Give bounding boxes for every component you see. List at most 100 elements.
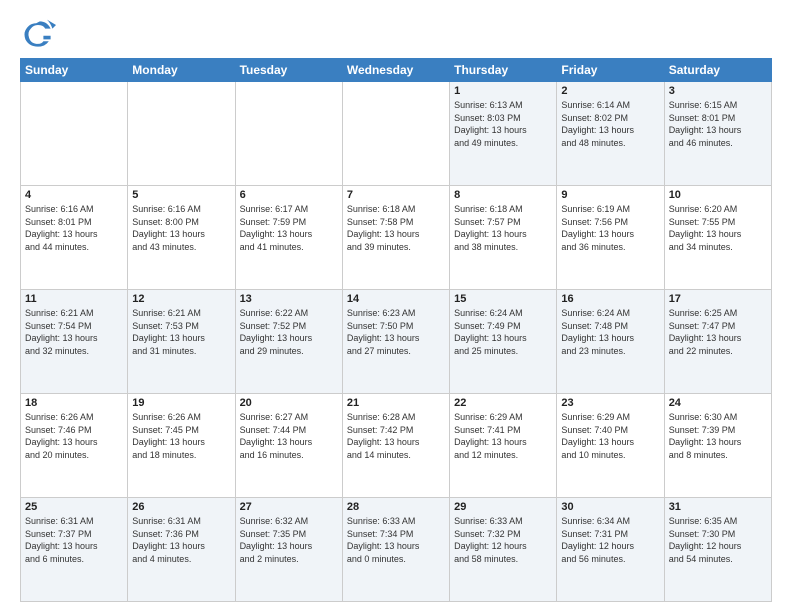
day-info: Sunrise: 6:22 AM Sunset: 7:52 PM Dayligh… <box>240 307 338 357</box>
day-number: 16 <box>561 293 659 305</box>
calendar-table: SundayMondayTuesdayWednesdayThursdayFrid… <box>20 58 772 602</box>
day-number: 9 <box>561 189 659 201</box>
header <box>20 16 772 52</box>
calendar-day-cell: 24 Sunrise: 6:30 AM Sunset: 7:39 PM Dayli… <box>664 394 771 498</box>
calendar-day-cell <box>128 82 235 186</box>
day-info: Sunrise: 6:31 AM Sunset: 7:36 PM Dayligh… <box>132 515 230 565</box>
day-info: Sunrise: 6:16 AM Sunset: 8:01 PM Dayligh… <box>25 203 123 253</box>
day-of-week-header: Saturday <box>664 59 771 82</box>
calendar-day-cell: 31 Sunrise: 6:35 AM Sunset: 7:30 PM Dayli… <box>664 498 771 602</box>
calendar-day-cell: 9 Sunrise: 6:19 AM Sunset: 7:56 PM Daylig… <box>557 186 664 290</box>
day-of-week-header: Sunday <box>21 59 128 82</box>
day-info: Sunrise: 6:27 AM Sunset: 7:44 PM Dayligh… <box>240 411 338 461</box>
calendar-day-cell: 7 Sunrise: 6:18 AM Sunset: 7:58 PM Daylig… <box>342 186 449 290</box>
calendar-day-cell: 25Sunrise: 6:31 AM Sunset: 7:37 PM Dayli… <box>21 498 128 602</box>
calendar-day-cell: 18Sunrise: 6:26 AM Sunset: 7:46 PM Dayli… <box>21 394 128 498</box>
day-number: 29 <box>454 501 552 513</box>
day-info: Sunrise: 6:25 AM Sunset: 7:47 PM Dayligh… <box>669 307 767 357</box>
day-number: 10 <box>669 189 767 201</box>
day-number: 12 <box>132 293 230 305</box>
day-number: 22 <box>454 397 552 409</box>
day-of-week-header: Wednesday <box>342 59 449 82</box>
calendar-day-cell: 22 Sunrise: 6:29 AM Sunset: 7:41 PM Dayli… <box>450 394 557 498</box>
day-number: 7 <box>347 189 445 201</box>
day-info: Sunrise: 6:13 AM Sunset: 8:03 PM Dayligh… <box>454 99 552 149</box>
day-number: 8 <box>454 189 552 201</box>
calendar-day-cell: 16 Sunrise: 6:24 AM Sunset: 7:48 PM Dayli… <box>557 290 664 394</box>
calendar-day-cell: 28 Sunrise: 6:33 AM Sunset: 7:34 PM Dayli… <box>342 498 449 602</box>
day-info: Sunrise: 6:15 AM Sunset: 8:01 PM Dayligh… <box>669 99 767 149</box>
calendar-day-cell: 1Sunrise: 6:13 AM Sunset: 8:03 PM Daylig… <box>450 82 557 186</box>
calendar-day-cell: 10 Sunrise: 6:20 AM Sunset: 7:55 PM Dayli… <box>664 186 771 290</box>
calendar-day-cell: 15 Sunrise: 6:24 AM Sunset: 7:49 PM Dayli… <box>450 290 557 394</box>
calendar-day-cell <box>235 82 342 186</box>
day-info: Sunrise: 6:35 AM Sunset: 7:30 PM Dayligh… <box>669 515 767 565</box>
page: SundayMondayTuesdayWednesdayThursdayFrid… <box>0 0 792 612</box>
calendar-day-cell: 8 Sunrise: 6:18 AM Sunset: 7:57 PM Daylig… <box>450 186 557 290</box>
day-info: Sunrise: 6:29 AM Sunset: 7:41 PM Dayligh… <box>454 411 552 461</box>
day-number: 14 <box>347 293 445 305</box>
day-of-week-header: Friday <box>557 59 664 82</box>
day-info: Sunrise: 6:28 AM Sunset: 7:42 PM Dayligh… <box>347 411 445 461</box>
day-number: 18 <box>25 397 123 409</box>
day-number: 11 <box>25 293 123 305</box>
day-number: 5 <box>132 189 230 201</box>
day-number: 3 <box>669 85 767 97</box>
day-info: Sunrise: 6:16 AM Sunset: 8:00 PM Dayligh… <box>132 203 230 253</box>
day-number: 24 <box>669 397 767 409</box>
calendar-week-row: 1Sunrise: 6:13 AM Sunset: 8:03 PM Daylig… <box>21 82 772 186</box>
calendar-week-row: 18Sunrise: 6:26 AM Sunset: 7:46 PM Dayli… <box>21 394 772 498</box>
day-number: 15 <box>454 293 552 305</box>
day-number: 4 <box>25 189 123 201</box>
day-info: Sunrise: 6:33 AM Sunset: 7:34 PM Dayligh… <box>347 515 445 565</box>
day-number: 20 <box>240 397 338 409</box>
day-info: Sunrise: 6:20 AM Sunset: 7:55 PM Dayligh… <box>669 203 767 253</box>
day-info: Sunrise: 6:18 AM Sunset: 7:57 PM Dayligh… <box>454 203 552 253</box>
day-number: 31 <box>669 501 767 513</box>
day-number: 27 <box>240 501 338 513</box>
calendar-day-cell: 14 Sunrise: 6:23 AM Sunset: 7:50 PM Dayli… <box>342 290 449 394</box>
day-of-week-header: Monday <box>128 59 235 82</box>
calendar-day-cell: 11Sunrise: 6:21 AM Sunset: 7:54 PM Dayli… <box>21 290 128 394</box>
calendar-day-cell: 29 Sunrise: 6:33 AM Sunset: 7:32 PM Dayli… <box>450 498 557 602</box>
day-number: 17 <box>669 293 767 305</box>
day-info: Sunrise: 6:23 AM Sunset: 7:50 PM Dayligh… <box>347 307 445 357</box>
day-number: 28 <box>347 501 445 513</box>
day-info: Sunrise: 6:18 AM Sunset: 7:58 PM Dayligh… <box>347 203 445 253</box>
calendar-week-row: 4 Sunrise: 6:16 AM Sunset: 8:01 PM Daylig… <box>21 186 772 290</box>
calendar-day-cell: 5 Sunrise: 6:16 AM Sunset: 8:00 PM Daylig… <box>128 186 235 290</box>
day-info: Sunrise: 6:32 AM Sunset: 7:35 PM Dayligh… <box>240 515 338 565</box>
calendar-day-cell <box>21 82 128 186</box>
day-number: 30 <box>561 501 659 513</box>
day-info: Sunrise: 6:33 AM Sunset: 7:32 PM Dayligh… <box>454 515 552 565</box>
calendar-day-cell: 6Sunrise: 6:17 AM Sunset: 7:59 PM Daylig… <box>235 186 342 290</box>
day-number: 23 <box>561 397 659 409</box>
day-info: Sunrise: 6:24 AM Sunset: 7:48 PM Dayligh… <box>561 307 659 357</box>
calendar-day-cell: 21Sunrise: 6:28 AM Sunset: 7:42 PM Dayli… <box>342 394 449 498</box>
day-info: Sunrise: 6:24 AM Sunset: 7:49 PM Dayligh… <box>454 307 552 357</box>
day-number: 19 <box>132 397 230 409</box>
logo-area <box>20 16 62 52</box>
calendar-day-cell: 19 Sunrise: 6:26 AM Sunset: 7:45 PM Dayli… <box>128 394 235 498</box>
calendar-day-cell <box>342 82 449 186</box>
calendar-day-cell: 2 Sunrise: 6:14 AM Sunset: 8:02 PM Daylig… <box>557 82 664 186</box>
day-number: 2 <box>561 85 659 97</box>
calendar-day-cell: 23 Sunrise: 6:29 AM Sunset: 7:40 PM Dayli… <box>557 394 664 498</box>
calendar-header-row: SundayMondayTuesdayWednesdayThursdayFrid… <box>21 59 772 82</box>
day-info: Sunrise: 6:14 AM Sunset: 8:02 PM Dayligh… <box>561 99 659 149</box>
calendar-day-cell: 12Sunrise: 6:21 AM Sunset: 7:53 PM Dayli… <box>128 290 235 394</box>
calendar-day-cell: 26 Sunrise: 6:31 AM Sunset: 7:36 PM Dayli… <box>128 498 235 602</box>
calendar-day-cell: 13Sunrise: 6:22 AM Sunset: 7:52 PM Dayli… <box>235 290 342 394</box>
day-info: Sunrise: 6:31 AM Sunset: 7:37 PM Dayligh… <box>25 515 123 565</box>
day-info: Sunrise: 6:29 AM Sunset: 7:40 PM Dayligh… <box>561 411 659 461</box>
day-info: Sunrise: 6:19 AM Sunset: 7:56 PM Dayligh… <box>561 203 659 253</box>
day-number: 26 <box>132 501 230 513</box>
day-info: Sunrise: 6:17 AM Sunset: 7:59 PM Dayligh… <box>240 203 338 253</box>
logo-icon <box>20 16 56 52</box>
day-info: Sunrise: 6:26 AM Sunset: 7:45 PM Dayligh… <box>132 411 230 461</box>
calendar-day-cell: 3 Sunrise: 6:15 AM Sunset: 8:01 PM Daylig… <box>664 82 771 186</box>
calendar-week-row: 25Sunrise: 6:31 AM Sunset: 7:37 PM Dayli… <box>21 498 772 602</box>
day-info: Sunrise: 6:34 AM Sunset: 7:31 PM Dayligh… <box>561 515 659 565</box>
day-of-week-header: Tuesday <box>235 59 342 82</box>
day-info: Sunrise: 6:30 AM Sunset: 7:39 PM Dayligh… <box>669 411 767 461</box>
